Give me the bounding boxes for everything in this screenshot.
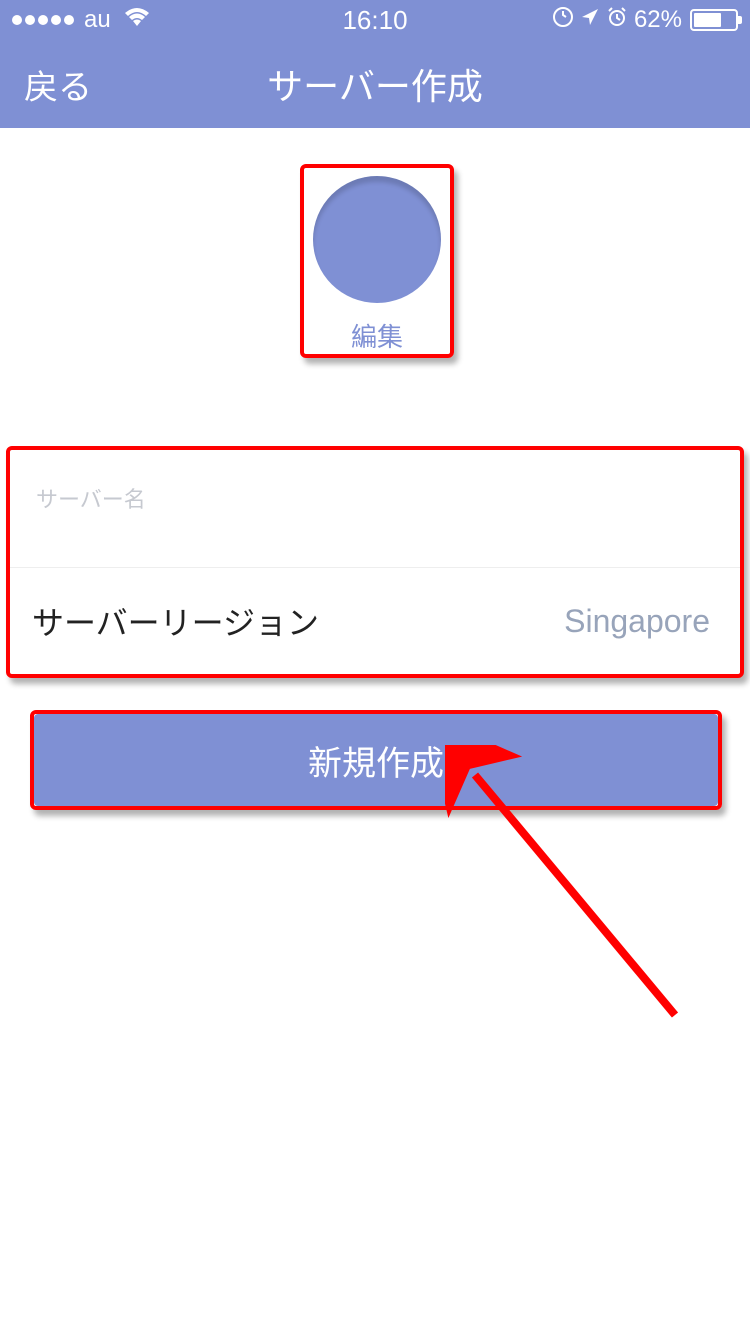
status-time: 16:10 [342,5,407,36]
status-left: au [12,6,151,35]
edit-label: 編集 [351,317,403,354]
location-icon [580,6,600,34]
status-right: 62% [552,6,738,35]
page-title: サーバー作成 [267,58,483,110]
alarm-icon [606,6,628,35]
carrier-label: au [84,6,111,34]
rotation-lock-icon [552,6,574,35]
wifi-icon [123,6,151,35]
status-bar: au 16:10 62% [0,0,750,40]
avatar-circle-icon [313,176,441,303]
server-region-label: サーバーリージョン [32,598,319,644]
server-region-row[interactable]: サーバーリージョン Singapore [10,568,740,674]
server-name-placeholder: サーバー名 [36,482,714,514]
create-button-highlight: 新規作成 [30,710,722,810]
battery-icon [690,9,738,31]
server-form: サーバー名 サーバーリージョン Singapore [6,446,744,678]
nav-bar: 戻る サーバー作成 [0,40,750,128]
server-name-input[interactable]: サーバー名 [10,450,740,568]
create-button[interactable]: 新規作成 [34,714,718,806]
create-button-label: 新規作成 [308,736,444,785]
back-button[interactable]: 戻る [0,60,92,109]
battery-percent: 62% [634,6,682,34]
signal-dots-icon [12,15,74,25]
server-region-value: Singapore [564,603,710,640]
server-avatar-edit[interactable]: 編集 [300,164,454,358]
